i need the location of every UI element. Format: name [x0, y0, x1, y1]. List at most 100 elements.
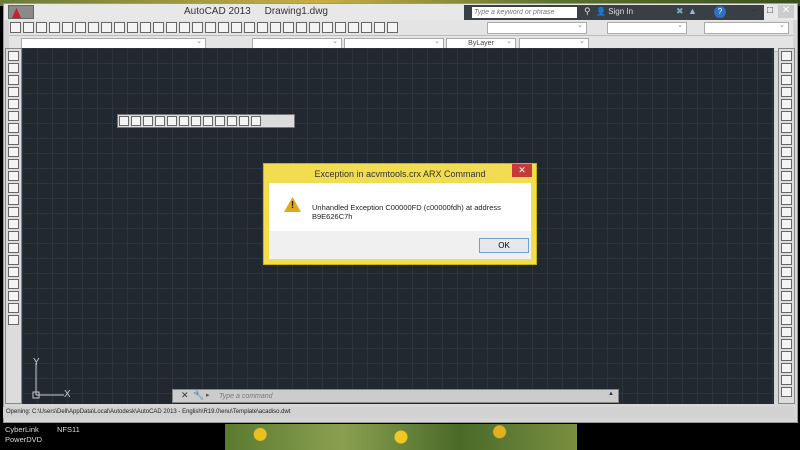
draw-tool-23-icon[interactable] [8, 315, 19, 325]
draw-tool-1-icon[interactable] [8, 51, 19, 61]
modify-tool-26-icon[interactable] [781, 351, 792, 361]
application-menu-button[interactable] [8, 5, 34, 19]
desktop-icon-cyberlink[interactable]: CyberLink PowerDVD [5, 425, 42, 445]
modify-tool-25-icon[interactable] [781, 339, 792, 349]
dimension-tool-1-icon[interactable] [119, 116, 129, 126]
modify-tool-27-icon[interactable] [781, 363, 792, 373]
draw-tool-2-icon[interactable] [8, 63, 19, 73]
modify-tool-1-icon[interactable] [781, 51, 792, 61]
standard-tool-28-icon[interactable] [361, 22, 372, 33]
modify-tool-10-icon[interactable] [781, 159, 792, 169]
modify-tool-22-icon[interactable] [781, 303, 792, 313]
draw-tool-14-icon[interactable] [8, 207, 19, 217]
draw-tool-8-icon[interactable] [8, 135, 19, 145]
text-style-dropdown[interactable] [487, 21, 587, 34]
ok-button[interactable]: OK [479, 238, 529, 253]
modify-tool-8-icon[interactable] [781, 135, 792, 145]
dimension-tool-12-icon[interactable] [251, 116, 261, 126]
standard-tool-19-icon[interactable] [244, 22, 255, 33]
draw-tool-9-icon[interactable] [8, 147, 19, 157]
dimension-tool-11-icon[interactable] [239, 116, 249, 126]
binoculars-icon[interactable]: ⚲ [584, 6, 591, 17]
dimension-tool-2-icon[interactable] [131, 116, 141, 126]
close-button[interactable]: ✕ [778, 5, 794, 18]
draw-tool-5-icon[interactable] [8, 99, 19, 109]
draw-tool-17-icon[interactable] [8, 243, 19, 253]
standard-tool-18-icon[interactable] [231, 22, 242, 33]
standard-tool-24-icon[interactable] [309, 22, 320, 33]
standard-tool-8-icon[interactable] [101, 22, 112, 33]
standard-tool-20-icon[interactable] [257, 22, 268, 33]
dialog-close-button[interactable]: ✕ [512, 164, 532, 177]
draw-tool-4-icon[interactable] [8, 87, 19, 97]
standard-tool-22-icon[interactable] [283, 22, 294, 33]
exchange-icon[interactable]: ✖ [676, 6, 684, 17]
command-input[interactable]: Type a command [219, 391, 609, 402]
close-icon[interactable]: ✕ [181, 390, 189, 401]
standard-tool-26-icon[interactable] [335, 22, 346, 33]
standard-tool-14-icon[interactable] [179, 22, 190, 33]
command-prompt-icon[interactable]: ▸ [206, 391, 210, 399]
modify-tool-28-icon[interactable] [781, 375, 792, 385]
standard-tool-25-icon[interactable] [322, 22, 333, 33]
help-icon[interactable]: ? [714, 6, 726, 18]
standard-tool-12-icon[interactable] [153, 22, 164, 33]
draw-tool-10-icon[interactable] [8, 159, 19, 169]
sign-in-button[interactable]: 👤 Sign In [596, 7, 633, 16]
desktop-icon-nfs11[interactable]: NFS11 [57, 425, 80, 434]
modify-tool-19-icon[interactable] [781, 267, 792, 277]
modify-tool-4-icon[interactable] [781, 87, 792, 97]
modify-tool-2-icon[interactable] [781, 63, 792, 73]
dimension-tool-10-icon[interactable] [227, 116, 237, 126]
dimension-tool-8-icon[interactable] [203, 116, 213, 126]
draw-tool-18-icon[interactable] [8, 255, 19, 265]
modify-tool-13-icon[interactable] [781, 195, 792, 205]
draw-tool-12-icon[interactable] [8, 183, 19, 193]
dimension-tool-9-icon[interactable] [215, 116, 225, 126]
draw-tool-20-icon[interactable] [8, 279, 19, 289]
modify-tool-3-icon[interactable] [781, 75, 792, 85]
search-input[interactable] [472, 7, 577, 18]
draw-tool-13-icon[interactable] [8, 195, 19, 205]
standard-tool-27-icon[interactable] [348, 22, 359, 33]
modify-tool-29-icon[interactable] [781, 387, 792, 397]
standard-tool-16-icon[interactable] [205, 22, 216, 33]
draw-tool-21-icon[interactable] [8, 291, 19, 301]
standard-tool-5-icon[interactable] [62, 22, 73, 33]
dimension-tool-7-icon[interactable] [191, 116, 201, 126]
standard-tool-17-icon[interactable] [218, 22, 229, 33]
standard-tool-2-icon[interactable] [23, 22, 34, 33]
dimension-tool-5-icon[interactable] [167, 116, 177, 126]
modify-tool-18-icon[interactable] [781, 255, 792, 265]
modify-tool-7-icon[interactable] [781, 123, 792, 133]
modify-tool-21-icon[interactable] [781, 291, 792, 301]
modify-tool-20-icon[interactable] [781, 279, 792, 289]
modify-tool-16-icon[interactable] [781, 231, 792, 241]
standard-tool-13-icon[interactable] [166, 22, 177, 33]
draw-tool-3-icon[interactable] [8, 75, 19, 85]
minimize-button[interactable]: – [746, 5, 762, 18]
standard-tool-4-icon[interactable] [49, 22, 60, 33]
dimension-tool-3-icon[interactable] [143, 116, 153, 126]
standard-tool-11-icon[interactable] [140, 22, 151, 33]
standard-tool-7-icon[interactable] [88, 22, 99, 33]
modify-tool-9-icon[interactable] [781, 147, 792, 157]
modify-tool-6-icon[interactable] [781, 111, 792, 121]
standard-tool-15-icon[interactable] [192, 22, 203, 33]
draw-tool-11-icon[interactable] [8, 171, 19, 181]
modify-tool-24-icon[interactable] [781, 327, 792, 337]
standard-tool-21-icon[interactable] [270, 22, 281, 33]
standard-tool-1-icon[interactable] [10, 22, 21, 33]
standard-tool-23-icon[interactable] [296, 22, 307, 33]
standard-tool-29-icon[interactable] [374, 22, 385, 33]
autodesk-360-icon[interactable]: ▲ [688, 6, 697, 16]
draw-tool-7-icon[interactable] [8, 123, 19, 133]
standard-tool-10-icon[interactable] [127, 22, 138, 33]
standard-tool-3-icon[interactable] [36, 22, 47, 33]
standard-tool-30-icon[interactable] [387, 22, 398, 33]
modify-tool-23-icon[interactable] [781, 315, 792, 325]
floating-dimension-toolbar[interactable] [117, 114, 295, 128]
modify-tool-11-icon[interactable] [781, 171, 792, 181]
dimension-tool-6-icon[interactable] [179, 116, 189, 126]
dimension-tool-4-icon[interactable] [155, 116, 165, 126]
